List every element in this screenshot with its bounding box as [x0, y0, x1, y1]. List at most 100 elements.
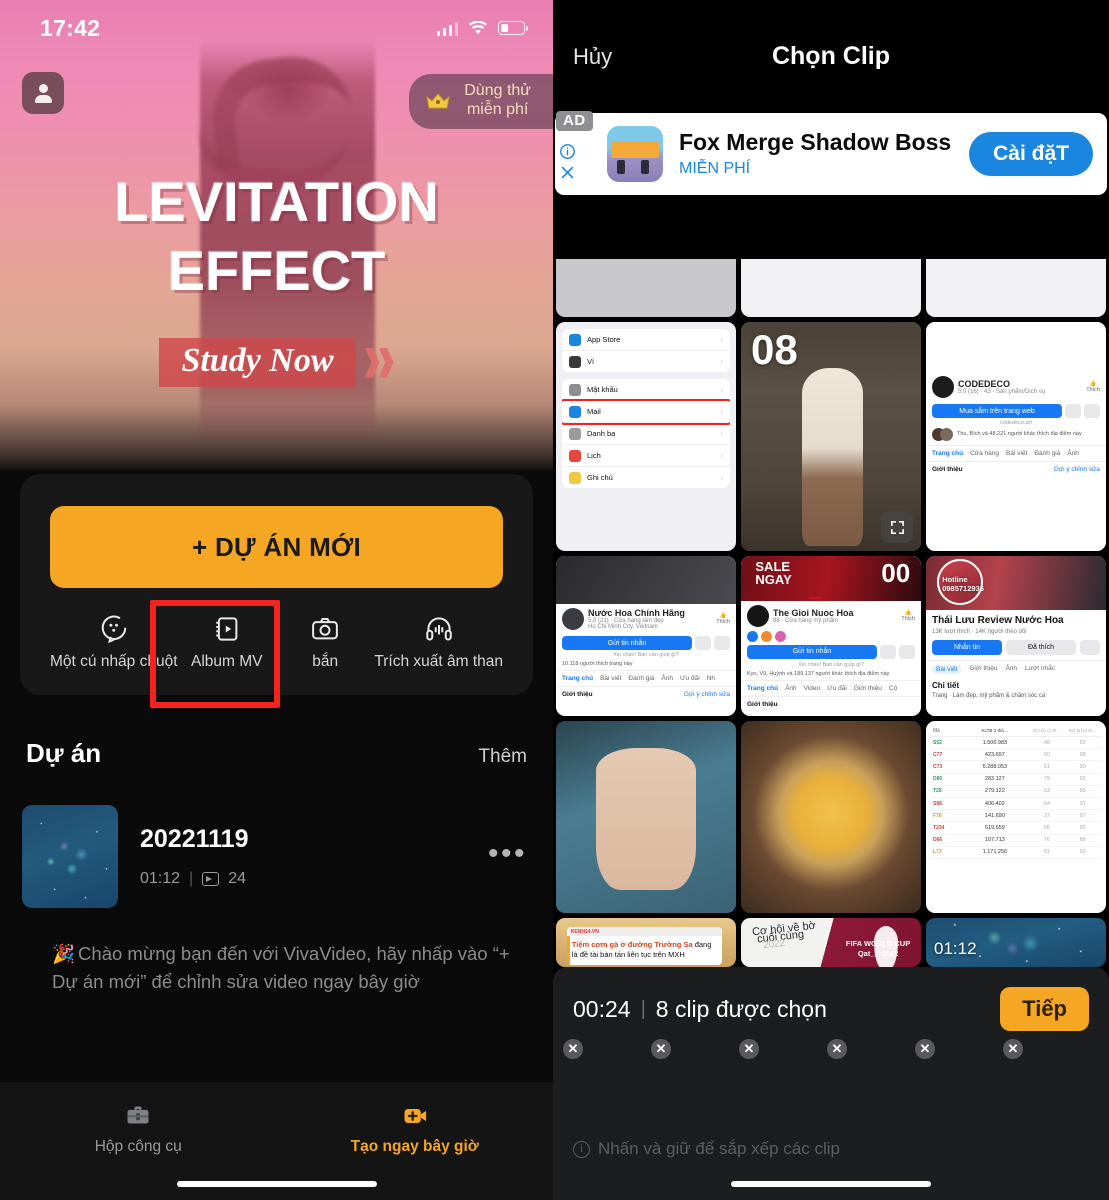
table-cell: 423.697 — [984, 751, 1005, 758]
thumbnail-fifa-worldcup: Cơ hội về bờ cuối cùng 2022 FIFA WORLD C… — [741, 917, 921, 967]
selected-clip-item[interactable]: ✕ — [1002, 1038, 1089, 1123]
project-list-item[interactable]: 20221119 01:12 | 24 ••• — [22, 805, 527, 908]
grid-cell-ios-settings[interactable]: App Store › Ví › Mật khẩu › Mail › Danh bạ › … — [556, 322, 736, 552]
fb-tab: Đánh giá — [1034, 450, 1061, 458]
selected-clip-list[interactable]: ✕ ✕ ✕ ✕ ✕ ✕ — [562, 1038, 1089, 1123]
status-bar: 17:42 — [0, 0, 553, 56]
sale-word-2: NGAY — [755, 571, 792, 587]
grid-cell-selected-clip[interactable]: 08 — [741, 322, 921, 552]
grid-cell-partial-2[interactable] — [741, 210, 921, 318]
hotline-number: 0985712936 — [942, 583, 984, 593]
table-cell: 1.171.256 — [982, 849, 1008, 856]
fb-likes-text: Thu, Bích và 48.221 người khác thích địa… — [957, 431, 1082, 438]
table-cell: 1.506.983 — [982, 739, 1008, 746]
ios-item-label: Mail — [587, 407, 601, 417]
hero-cta-row[interactable]: Study Now — [0, 338, 553, 387]
table-cell: L73 — [933, 849, 942, 856]
table-cell: 64 — [1043, 800, 1050, 807]
project-info: 20221119 01:12 | 24 — [140, 825, 466, 888]
info-icon[interactable] — [559, 143, 576, 160]
remove-clip-icon[interactable]: ✕ — [914, 1038, 936, 1060]
grid-cell-spreadsheet[interactable]: Mã KLTB 3 thá… RO bn (1 th… RO bn (3 th…… — [926, 721, 1106, 913]
nav-item-toolbox[interactable]: Hộp công cụ — [0, 1102, 277, 1156]
thumbnail-sheet — [556, 259, 736, 318]
thumbnail-ios-settings: App Store › Ví › Mật khẩu › Mail › Danh bạ › … — [556, 322, 736, 552]
info-circle-icon: i — [573, 1140, 590, 1158]
ad-install-button[interactable]: Cài đặT — [969, 132, 1093, 176]
grid-cell-thegioi-page[interactable]: SALE NGAY 00 The Gioi Nuoc Hoa 88 · Cửa h… — [741, 556, 921, 717]
remove-clip-icon[interactable]: ✕ — [650, 1038, 672, 1060]
selected-clip-item[interactable]: ✕ — [914, 1038, 1001, 1123]
right-phone-screen: Hủy Chọn Clip AD Fox Merge Shadow Boss M… — [553, 0, 1109, 1200]
fb-message-cta: Gửi tin nhắn — [562, 636, 692, 651]
account-avatar-icon[interactable] — [22, 72, 64, 114]
remove-clip-icon[interactable]: ✕ — [826, 1038, 848, 1060]
selected-clip-item[interactable]: ✕ — [738, 1038, 825, 1123]
fb-tab: Ưu đãi — [827, 684, 847, 692]
remove-clip-icon[interactable]: ✕ — [1002, 1038, 1024, 1060]
ad-title: Fox Merge Shadow Boss — [679, 129, 952, 156]
grid-cell-night-sky[interactable]: 01:12 — [926, 917, 1106, 967]
fb-like-label: Thích — [901, 615, 915, 622]
sale-number: 00 — [881, 557, 911, 588]
clip-grid[interactable]: App Store › Ví › Mật khẩu › Mail › Danh bạ › … — [553, 210, 1109, 967]
project-thumbnail[interactable] — [22, 805, 118, 908]
close-icon[interactable] — [559, 164, 576, 181]
fb-message-cta: Nhắn tin — [932, 640, 1002, 656]
fb-about: Giới thiệu — [562, 691, 593, 699]
selection-summary: 00:24 | 8 clip được chọn Tiếp — [573, 987, 1089, 1031]
grid-cell-partial-1[interactable] — [556, 210, 736, 318]
welcome-message: 🎉 Chào mừng bạn đến với VivaVideo, hãy nh… — [52, 940, 513, 996]
expand-preview-icon[interactable] — [881, 511, 913, 544]
fb-detail-heading: Chi tiết — [932, 681, 960, 691]
grid-cell-thailuu-page[interactable]: Hotline 0985712936 Thái Lưu Review Nước H… — [926, 556, 1106, 717]
grid-cell-news[interactable]: KENH14.VN Tiệm cơm gà ở đường Trường Sa … — [556, 917, 736, 967]
fb-page-name: The Gioi Nuoc Hoa — [773, 607, 854, 618]
status-time: 17:42 — [40, 14, 101, 41]
table-cell: D66 — [933, 837, 943, 844]
next-button[interactable]: Tiếp — [1000, 987, 1089, 1031]
one-click-template-icon — [101, 615, 127, 644]
quick-action-album-mv[interactable]: Album MV — [178, 614, 276, 671]
quick-action-camera[interactable]: bắn — [276, 614, 374, 671]
fb-tab: Nh — [706, 675, 715, 683]
fb-tab: Ưu đãi — [680, 675, 700, 683]
selection-divider: | — [640, 997, 646, 1020]
fb-tabs: Trang chủ Ảnh Video Ưu đãi Giới thiệu Cộ — [741, 679, 921, 696]
selected-clip-item[interactable]: ✕ — [826, 1038, 913, 1123]
more-options-icon[interactable]: ••• — [488, 838, 527, 868]
remove-clip-icon[interactable]: ✕ — [562, 1038, 584, 1060]
new-project-button[interactable]: + DỰ ÁN MỚI — [50, 506, 503, 588]
grid-cell-blouse[interactable] — [556, 721, 736, 913]
fb-detail-text: Trang · Làm đẹp, mỹ phẩm & chăm sóc cá — [932, 693, 1046, 700]
table-cell: C77 — [933, 751, 943, 758]
grid-cell-partial-3[interactable] — [926, 210, 1106, 318]
table-cell: C73 — [933, 764, 943, 771]
remove-clip-icon[interactable]: ✕ — [738, 1038, 760, 1060]
projects-more-link[interactable]: Thêm — [478, 746, 527, 768]
ad-banner[interactable]: AD Fox Merge Shadow Boss MIỄN PHÍ Cài đặ… — [555, 111, 1107, 195]
project-clip-count: 24 — [228, 870, 246, 887]
table-cell: T234 — [933, 824, 945, 831]
table-cell: T28 — [933, 788, 942, 795]
grid-cell-worldcup[interactable]: Cơ hội về bờ cuối cùng 2022 FIFA WORLD C… — [741, 917, 921, 967]
grid-cell-food[interactable] — [741, 721, 921, 913]
quick-action-extract-audio[interactable]: Trích xuất âm than — [374, 614, 503, 671]
grid-cell-codedeco-page[interactable]: CODEDECO 5,0 (16) · 43 · Sản phẩm/Dịch v… — [926, 322, 1106, 552]
hero-title-line-1: LEVITATION — [114, 170, 439, 233]
grid-cell-nuochoa-page[interactable]: Nước Hoa Chính Hãng 5,0 (21) · Cửa hàng … — [556, 556, 736, 717]
fb-tab: Trang chủ — [562, 675, 594, 683]
nav-item-create-now[interactable]: Tạo ngay bây giờ — [277, 1102, 554, 1156]
table-cell: S88 — [933, 800, 942, 807]
selected-clip-item[interactable]: ✕ — [562, 1038, 649, 1123]
study-now-chip[interactable]: Study Now — [159, 338, 356, 387]
cancel-button[interactable]: Hủy — [573, 44, 612, 70]
fb-likes-text: 10.118 người thích trang này — [562, 661, 633, 668]
selected-clip-item[interactable]: ✕ — [650, 1038, 737, 1123]
free-trial-badge[interactable]: Dùng thử miễn phí — [409, 74, 553, 129]
fb-page-name: Thái Lưu Review Nước Hoa — [932, 615, 1064, 627]
fb-page-meta: 13K lượt thích · 14K người theo dõi — [932, 629, 1027, 636]
table-cell: 90 — [1079, 764, 1086, 771]
album-mv-icon — [215, 617, 238, 641]
quick-action-one-click[interactable]: Một cú nhấp chuột — [50, 614, 178, 671]
